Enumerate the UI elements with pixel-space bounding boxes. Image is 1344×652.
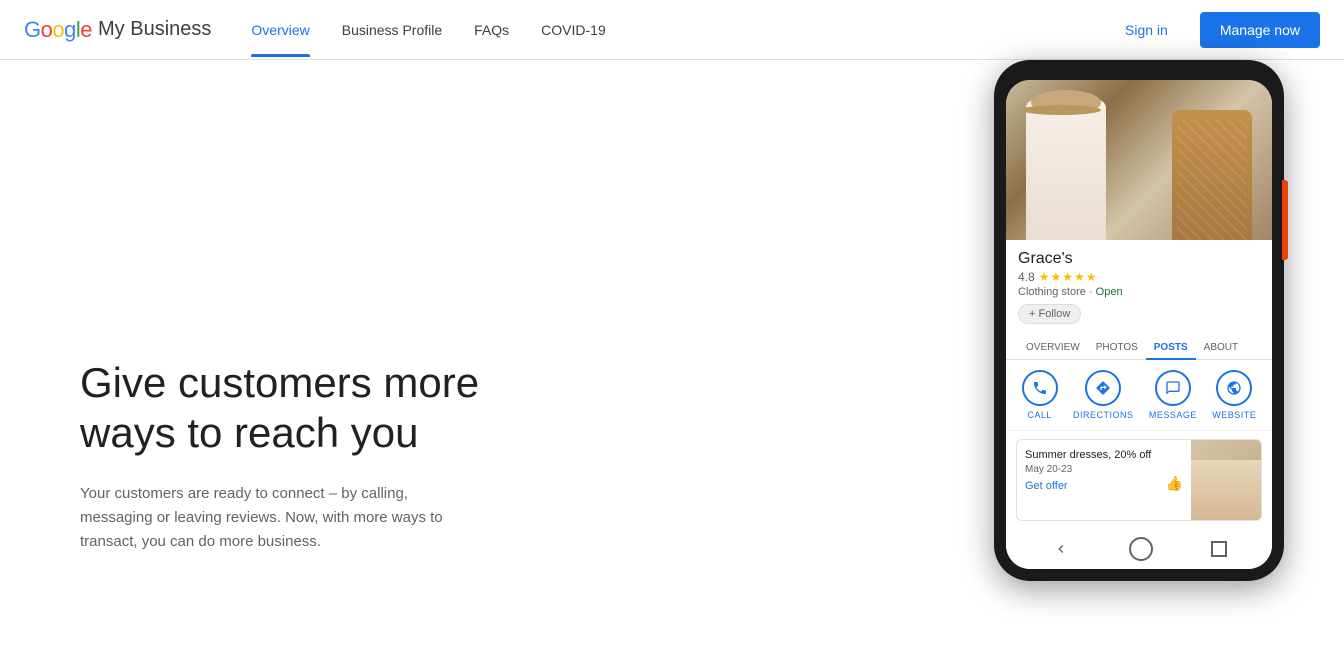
rating-number: 4.8 (1018, 270, 1035, 284)
mannequin-left (1026, 100, 1106, 240)
phone-bottom-nav (1006, 529, 1272, 569)
follow-button[interactable]: + Follow (1018, 304, 1081, 324)
mannequin-right (1172, 110, 1252, 240)
nav-item-overview[interactable]: Overview (251, 4, 309, 56)
navbar: Google My Business Overview Business Pro… (0, 0, 1344, 60)
post-offer-link[interactable]: Get offer (1025, 480, 1068, 492)
google-logo: Google (24, 17, 92, 43)
phone-mockup: Grace's 4.8 ★★★★★ Clothing store · Open … (994, 60, 1284, 581)
star-icons: ★★★★★ (1039, 270, 1098, 284)
phone-side-accent (1282, 180, 1288, 260)
sign-in-button[interactable]: Sign in (1109, 14, 1184, 46)
post-text: Summer dresses, 20% off May 20-23 Get of… (1017, 440, 1191, 520)
message-icon[interactable] (1155, 370, 1191, 406)
logo-subtitle: My Business (98, 18, 211, 41)
tab-about[interactable]: ABOUT (1196, 336, 1246, 359)
open-status: Open (1096, 286, 1123, 298)
call-label: CALL (1027, 410, 1052, 420)
business-name: Grace's (1018, 250, 1260, 268)
nav-item-faqs[interactable]: FAQs (474, 4, 509, 56)
dress-pattern (1177, 120, 1247, 240)
manage-now-button[interactable]: Manage now (1200, 12, 1320, 48)
message-label: MESSAGE (1149, 410, 1197, 420)
website-icon[interactable] (1216, 370, 1252, 406)
nav-links: Overview Business Profile FAQs COVID-19 (251, 4, 1109, 56)
directions-action: DIRECTIONS (1073, 370, 1134, 420)
business-type: Clothing store · Open (1018, 286, 1260, 298)
call-action: CALL (1022, 370, 1058, 420)
phone-screen: Grace's 4.8 ★★★★★ Clothing store · Open … (1006, 80, 1272, 569)
directions-icon[interactable] (1085, 370, 1121, 406)
post-card: Summer dresses, 20% off May 20-23 Get of… (1016, 439, 1262, 521)
nav-item-covid[interactable]: COVID-19 (541, 4, 606, 56)
action-buttons: CALL DIRECTIONS (1006, 360, 1272, 431)
hero-title: Give customers more ways to reach you (80, 358, 580, 459)
tab-photos[interactable]: PHOTOS (1088, 336, 1146, 359)
like-icon[interactable]: 👍 (1166, 475, 1183, 492)
call-icon[interactable] (1022, 370, 1058, 406)
back-button[interactable] (1051, 539, 1071, 559)
business-hero-image (1006, 80, 1272, 240)
post-image (1191, 440, 1261, 520)
tab-posts[interactable]: POSTS (1146, 336, 1196, 359)
rating-row: 4.8 ★★★★★ (1018, 270, 1260, 284)
hat-brim (1021, 105, 1101, 115)
website-action: WEBSITE (1212, 370, 1256, 420)
business-card: Grace's 4.8 ★★★★★ Clothing store · Open … (1006, 240, 1272, 336)
phone-frame: Grace's 4.8 ★★★★★ Clothing store · Open … (994, 60, 1284, 581)
logo: Google My Business (24, 17, 211, 43)
website-label: WEBSITE (1212, 410, 1256, 420)
directions-label: DIRECTIONS (1073, 410, 1134, 420)
nav-item-business-profile[interactable]: Business Profile (342, 4, 442, 56)
post-image-content (1191, 460, 1261, 520)
hero-description: Your customers are ready to connect – by… (80, 482, 460, 554)
post-title: Summer dresses, 20% off (1025, 448, 1183, 462)
main-content: Give customers more ways to reach you Yo… (0, 60, 1344, 652)
message-action: MESSAGE (1149, 370, 1197, 420)
recents-button[interactable] (1211, 541, 1227, 557)
phone-tabs: OVERVIEW PHOTOS POSTS ABOUT (1006, 336, 1272, 360)
post-date: May 20-23 (1025, 464, 1183, 475)
nav-right: Sign in Manage now (1109, 12, 1320, 48)
hero-content: Give customers more ways to reach you Yo… (80, 358, 580, 555)
home-button[interactable] (1129, 537, 1153, 561)
tab-overview[interactable]: OVERVIEW (1018, 336, 1088, 359)
